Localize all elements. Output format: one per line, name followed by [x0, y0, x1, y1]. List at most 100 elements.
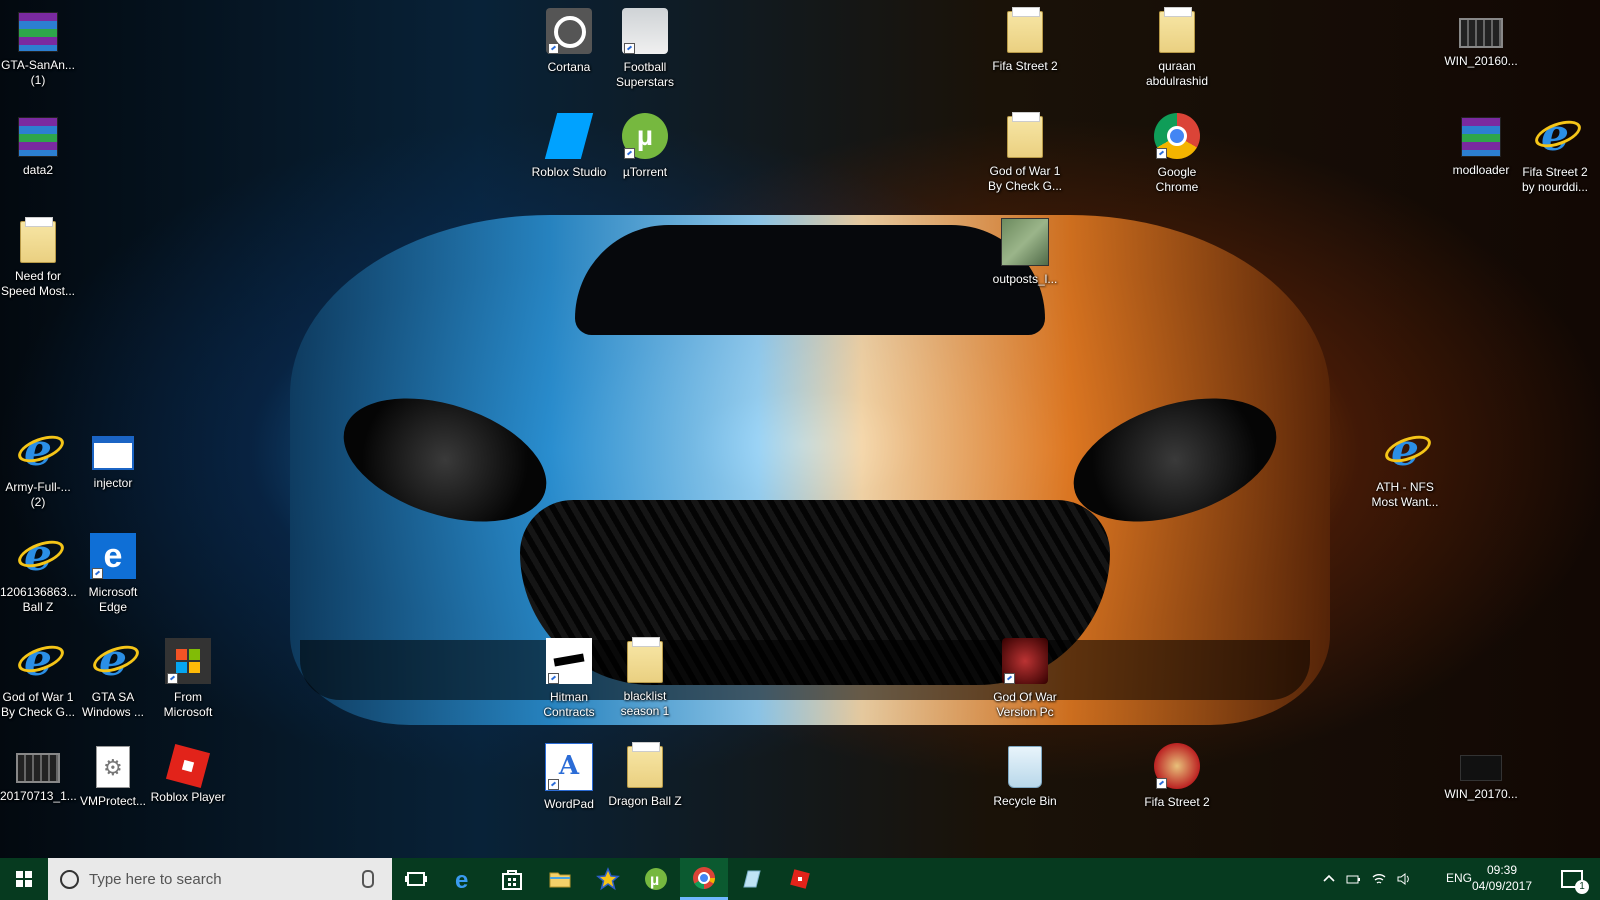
windows-logo-icon	[16, 871, 32, 887]
taskbar-store[interactable]	[488, 858, 536, 900]
desktop-icon-win-20160[interactable]: WIN_20160...	[1443, 8, 1519, 69]
folder-icon	[627, 742, 663, 788]
tray-network[interactable]	[1368, 858, 1390, 900]
chrome-icon	[1154, 113, 1200, 159]
icon-label: injector	[93, 476, 133, 490]
icon-label: modloader	[1452, 163, 1510, 177]
shortcut-arrow-icon	[548, 673, 559, 684]
desktop-icon-data2[interactable]: data2	[0, 113, 76, 178]
cortana-circle-icon	[60, 869, 79, 889]
taskbar-search-box[interactable]: Type here to search	[48, 858, 392, 900]
desktop-icon-outposts[interactable]: outposts_l...	[987, 218, 1063, 287]
shortcut-arrow-icon	[548, 43, 559, 54]
task-view-icon	[405, 872, 427, 886]
action-center-button[interactable]: 1	[1550, 858, 1594, 900]
desktop-icon-utorrent[interactable]: µ µTorrent	[607, 113, 683, 180]
icon-label: WordPad	[544, 797, 594, 811]
show-hidden-icons[interactable]	[1320, 858, 1338, 900]
icon-label: Fifa Street 2	[1144, 795, 1210, 809]
desktop-icon-hitman-contracts[interactable]: Hitman Contracts	[531, 638, 607, 720]
icon-label: WIN_20170...	[1444, 787, 1518, 801]
desktop-icon-blacklist-season-1[interactable]: blacklist season 1	[607, 637, 683, 719]
icon-label: Roblox Player	[150, 790, 226, 804]
desktop-icon-google-chrome[interactable]: Google Chrome	[1139, 113, 1215, 195]
desktop-icon-dragon-ball-z[interactable]: Dragon Ball Z	[607, 742, 683, 809]
icon-label: outposts_l...	[992, 272, 1058, 286]
desktop-icon-gta-sanan[interactable]: GTA-SanAn... (1)	[0, 8, 76, 88]
taskbar-file-explorer[interactable]	[536, 858, 584, 900]
desktop-icon-need-for-speed[interactable]: Need for Speed Most...	[0, 217, 76, 299]
desktop-icon-vmprotect[interactable]: VMProtect...	[75, 743, 151, 809]
icon-label: data2	[22, 163, 54, 177]
internet-explorer-icon: e	[15, 638, 61, 684]
icon-label: Need for Speed Most...	[0, 269, 76, 298]
icon-label: Recycle Bin	[993, 794, 1057, 808]
desktop-icon-god-of-war-folder[interactable]: God of War 1 By Check G...	[987, 112, 1063, 194]
desktop-icon-modloader[interactable]: modloader	[1443, 113, 1519, 178]
settings-file-icon	[96, 746, 130, 788]
desktop-icon-win-20170[interactable]: WIN_20170...	[1443, 743, 1519, 802]
taskbar-task-view[interactable]	[392, 858, 440, 900]
folder-icon	[1159, 7, 1195, 53]
desktop-icon-god-of-war-ie[interactable]: e God of War 1 By Check G...	[0, 638, 76, 720]
taskbar: Type here to search e µ ENG 09:39 04/09/…	[0, 858, 1600, 900]
desktop-icon-roblox-player[interactable]: Roblox Player	[150, 743, 226, 805]
desktop-icon-wordpad[interactable]: A WordPad	[531, 743, 607, 812]
desktop-icon-fifa-street-2-ie[interactable]: e Fifa Street 2 by nourddi...	[1517, 113, 1593, 195]
desktop-icon-fifa-street-2-folder[interactable]: Fifa Street 2	[987, 7, 1063, 74]
icon-label: God of War 1 By Check G...	[0, 690, 76, 719]
taskbar-paint[interactable]	[728, 858, 776, 900]
desktop-icon-ball-z[interactable]: e 1206136863... Ball Z	[0, 533, 77, 615]
desktop-icon-quraan[interactable]: quraan abdulrashid	[1139, 7, 1215, 89]
desktop: GTA-SanAn... (1) data2 Need for Speed Mo…	[0, 0, 1600, 858]
icon-label: blacklist season 1	[620, 689, 670, 718]
desktop-icon-ath-nfs[interactable]: e ATH - NFS Most Want...	[1367, 428, 1443, 510]
desktop-icon-football-superstars[interactable]: Football Superstars	[607, 8, 683, 90]
icon-label: Cortana	[547, 60, 591, 74]
taskbar-utorrent[interactable]: µ	[632, 858, 680, 900]
taskbar-chrome[interactable]	[680, 858, 728, 900]
desktop-icon-microsoft-edge[interactable]: e Microsoft Edge	[75, 533, 151, 615]
icon-label: VMProtect...	[79, 794, 147, 808]
taskbar-star-app[interactable]	[584, 858, 632, 900]
taskbar-clock[interactable]: 09:39 04/09/2017	[1462, 862, 1542, 894]
microsoft-store-icon	[165, 638, 211, 684]
desktop-icon-from-microsoft[interactable]: From Microsoft	[150, 638, 226, 720]
video-file-icon	[1460, 755, 1502, 781]
microsoft-store-icon	[502, 870, 522, 890]
icon-label: From Microsoft	[163, 690, 213, 719]
desktop-icon-recycle-bin[interactable]: Recycle Bin	[987, 743, 1063, 809]
desktop-icon-roblox-studio[interactable]: Roblox Studio	[531, 113, 607, 180]
clock-time: 09:39	[1486, 863, 1518, 877]
desktop-icon-god-of-war-pc[interactable]: God Of War Version Pc	[987, 638, 1063, 720]
search-placeholder: Type here to search	[89, 870, 222, 888]
taskbar-roblox[interactable]	[776, 858, 824, 900]
desktop-icon-gta-sa-windows[interactable]: e GTA SA Windows ...	[75, 638, 151, 720]
shortcut-arrow-icon	[548, 779, 559, 790]
desktop-icon-fifa-street-2[interactable]: Fifa Street 2	[1139, 743, 1215, 810]
roblox-studio-icon	[544, 113, 594, 159]
clock-date: 04/09/2017	[1471, 879, 1533, 893]
icon-label: ATH - NFS Most Want...	[1371, 480, 1439, 509]
star-app-icon	[596, 867, 620, 891]
battery-icon	[1346, 875, 1360, 884]
desktop-icon-injector[interactable]: injector	[75, 428, 151, 491]
taskbar-edge[interactable]: e	[440, 858, 488, 900]
microphone-icon[interactable]	[362, 870, 374, 888]
roblox-icon	[165, 743, 211, 789]
god-of-war-icon	[1002, 638, 1048, 684]
icon-label: Army-Full-... (2)	[5, 480, 71, 509]
notification-icon: 1	[1561, 870, 1589, 894]
icon-label: Hitman Contracts	[543, 690, 595, 719]
winrar-archive-icon	[18, 117, 58, 157]
start-button[interactable]	[0, 858, 48, 900]
tray-battery[interactable]	[1342, 858, 1364, 900]
icon-label: Fifa Street 2 by nourddi...	[1521, 165, 1589, 194]
recycle-bin-icon	[1008, 746, 1042, 788]
svg-text:e: e	[455, 867, 468, 891]
icon-label: GTA SA Windows ...	[81, 690, 144, 719]
tray-volume[interactable]	[1392, 858, 1414, 900]
desktop-icon-video-20170713[interactable]: 20170713_1...	[0, 743, 77, 804]
desktop-icon-cortana[interactable]: Cortana	[531, 8, 607, 75]
desktop-icon-army-full[interactable]: e Army-Full-... (2)	[0, 428, 76, 510]
